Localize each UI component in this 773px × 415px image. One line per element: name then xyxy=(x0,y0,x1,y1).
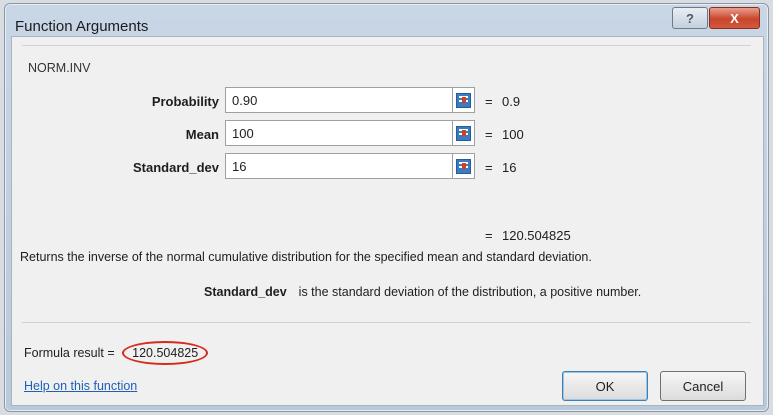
close-button[interactable]: X xyxy=(709,7,760,29)
range-select-icon xyxy=(456,92,471,108)
function-result-value: 120.504825 xyxy=(502,228,571,243)
close-icon: X xyxy=(730,10,739,26)
range-select-icon xyxy=(456,125,471,141)
argument-row-standard-dev: Standard_dev = 16 xyxy=(12,153,752,181)
help-button[interactable]: ? xyxy=(672,7,708,29)
argument-label: Probability xyxy=(151,94,219,109)
dialog-body: NORM.INV Probability = 0.9 Mean = 100 St… xyxy=(11,36,764,406)
argument-evaluated-value: 0.9 xyxy=(502,94,521,109)
function-arguments-dialog: Function Arguments ? X NORM.INV Probabil… xyxy=(4,3,769,412)
function-group xyxy=(22,45,751,318)
equals-sign: = xyxy=(485,228,493,243)
cancel-button[interactable]: Cancel xyxy=(660,371,746,401)
probability-input[interactable] xyxy=(225,87,453,113)
argument-row-mean: Mean = 100 xyxy=(12,120,752,148)
equals-sign: = xyxy=(485,127,493,142)
mean-range-button[interactable] xyxy=(453,120,475,146)
argument-row-probability: Probability = 0.9 xyxy=(12,87,752,115)
mean-input[interactable] xyxy=(225,120,453,146)
argument-label: Mean xyxy=(185,127,219,142)
question-mark-icon: ? xyxy=(686,10,694,26)
formula-result: Formula result = 120.504825 xyxy=(24,341,209,365)
equals-sign: = xyxy=(485,94,493,109)
probability-range-button[interactable] xyxy=(453,87,475,113)
argument-label: Standard_dev xyxy=(133,160,219,175)
dialog-title: Function Arguments xyxy=(15,18,149,35)
parameter-name: Standard_dev xyxy=(204,285,287,299)
formula-result-label: Formula result = xyxy=(24,346,115,360)
function-name: NORM.INV xyxy=(28,61,91,75)
range-select-icon xyxy=(456,158,471,174)
help-on-function-link[interactable]: Help on this function xyxy=(24,379,137,393)
standard-dev-range-button[interactable] xyxy=(453,153,475,179)
function-description: Returns the inverse of the normal cumula… xyxy=(20,250,592,264)
formula-result-value: 120.504825 xyxy=(122,341,209,365)
parameter-help-text: is the standard deviation of the distrib… xyxy=(298,285,642,299)
ok-button[interactable]: OK xyxy=(562,371,648,401)
standard-dev-input[interactable] xyxy=(225,153,453,179)
parameter-help: Standard_dev is the standard deviation of… xyxy=(204,285,641,299)
argument-evaluated-value: 16 xyxy=(502,160,517,175)
equals-sign: = xyxy=(485,160,493,175)
divider xyxy=(22,322,751,323)
argument-evaluated-value: 100 xyxy=(502,127,524,142)
